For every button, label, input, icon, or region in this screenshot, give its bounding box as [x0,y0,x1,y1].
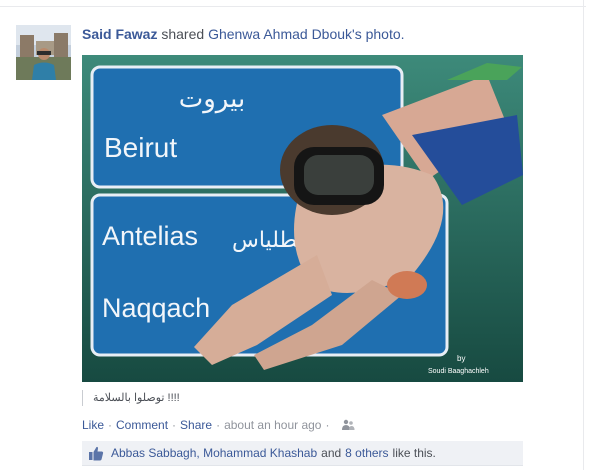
watermark-name: Soudi Baaghachleh [428,368,489,375]
story-verb: shared [161,26,205,42]
photo-caption: !!!! توصلوا بالسلامة [82,390,180,406]
separator-dot: · [216,418,221,432]
shared-photo[interactable]: بيروت Beirut Antelias أنطلياس Naqqach by… [82,55,523,382]
watermark-by: by [457,354,465,363]
separator-dot: · [172,418,177,432]
avatar[interactable] [16,25,71,80]
action-bar: Like · Comment · Share · about an hour a… [82,418,355,432]
friends-icon[interactable] [341,419,355,431]
sign-beirut: Beirut [104,132,177,163]
likes-suffix: like this. [392,446,436,460]
right-divider [583,0,584,470]
photo-image: بيروت Beirut Antelias أنطلياس Naqqach by… [82,55,523,382]
likes-summary: Abbas Sabbagh, Mohammad Khashab and 8 ot… [82,441,523,466]
share-link[interactable]: Share [180,418,212,432]
sign-naqqach: Naqqach [102,293,210,323]
avatar-photo [16,25,71,80]
sign-arabic-top: بيروت [179,84,245,114]
sign-antelias: Antelias [102,221,198,251]
top-divider [0,6,586,7]
separator-dot: · [325,418,330,432]
actor-name-link[interactable]: Said Fawaz [82,26,157,42]
likes-and: and [321,446,342,460]
separator-dot: · [108,418,113,432]
thumbs-up-icon [88,446,104,461]
comment-link[interactable]: Comment [116,418,168,432]
story-header: Said Fawaz shared Ghenwa Ahmad Dbouk's p… [82,26,405,42]
likes-others-link[interactable]: 8 others [345,446,388,460]
like-link[interactable]: Like [82,418,104,432]
timestamp-link[interactable]: about an hour ago [224,418,321,432]
likers-names-link[interactable]: Abbas Sabbagh, Mohammad Khashab [111,446,317,460]
shared-photo-link[interactable]: Ghenwa Ahmad Dbouk's photo. [208,26,404,42]
